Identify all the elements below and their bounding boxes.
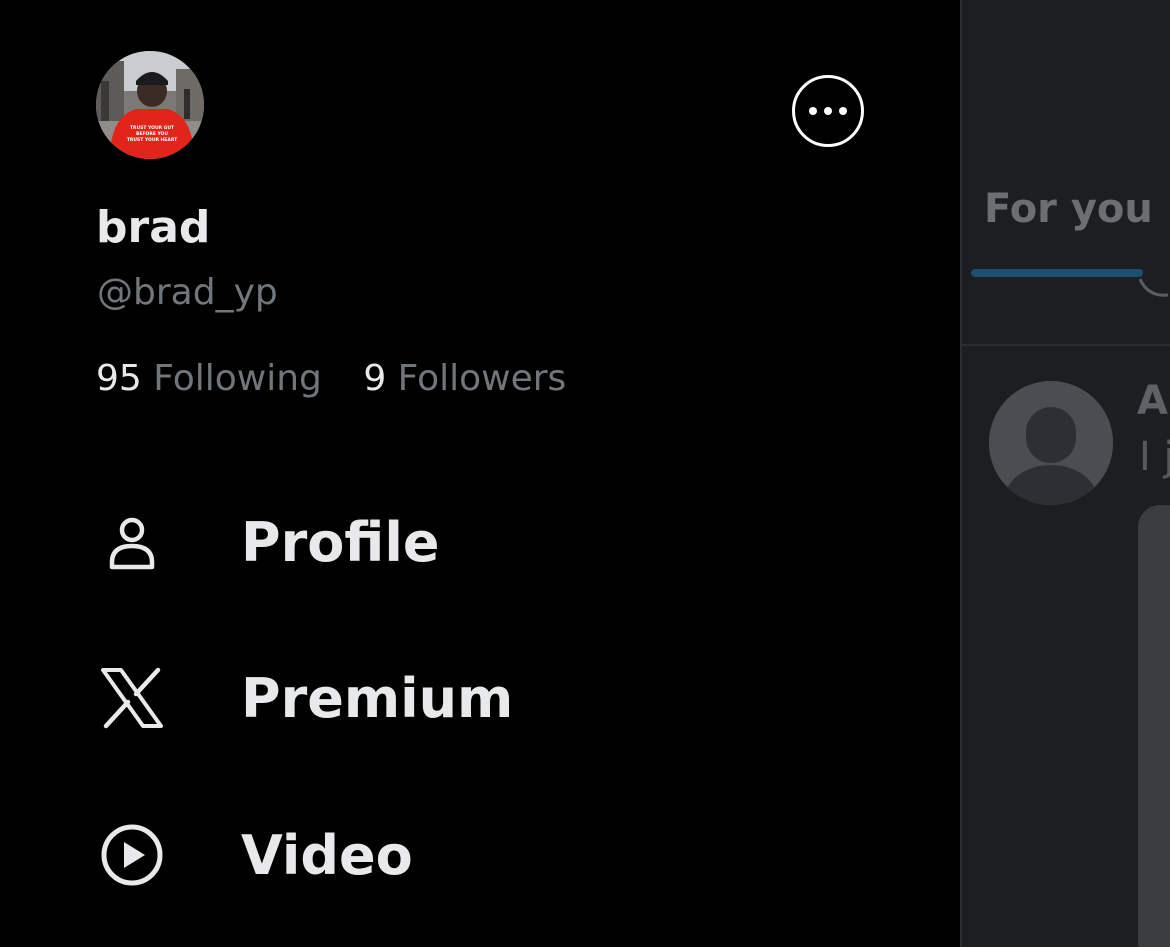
nav-label-premium: Premium — [241, 666, 514, 730]
follow-stats: 95 Following 9 Followers — [96, 354, 596, 404]
nav-item-profile[interactable]: Profile — [96, 502, 796, 582]
x-logo-icon — [96, 662, 168, 734]
default-avatar-icon — [989, 381, 1113, 505]
side-drawer: TRUST YOUR GUT BEFORE YOU TRUST YOUR HEA… — [0, 0, 960, 947]
profile-display-name[interactable]: brad — [96, 200, 210, 256]
profile-avatar[interactable]: TRUST YOUR GUT BEFORE YOU TRUST YOUR HEA… — [96, 51, 204, 159]
nav-item-video[interactable]: Video — [96, 815, 796, 895]
timeline-divider — [962, 344, 1170, 346]
svg-text:TRUST YOUR HEART: TRUST YOUR HEART — [127, 137, 178, 143]
more-options-button[interactable] — [792, 75, 864, 147]
nav-label-profile: Profile — [241, 510, 440, 574]
profile-handle: @brad_yp — [97, 272, 278, 313]
screen: For you Al I j — [0, 0, 1170, 947]
following-label: Following — [153, 358, 322, 399]
nav-label-video: Video — [241, 823, 413, 887]
more-options-icon-dot — [824, 107, 832, 115]
nav-item-premium[interactable]: Premium — [96, 658, 796, 738]
avatar-photo: TRUST YOUR GUT BEFORE YOU TRUST YOUR HEA… — [96, 51, 204, 159]
refresh-peek-icon — [1138, 278, 1169, 297]
tweet-media[interactable] — [1138, 505, 1170, 947]
more-options-icon — [809, 107, 817, 115]
home-timeline-overlay[interactable]: For you Al I j — [960, 0, 1170, 947]
followers-count: 9 — [363, 358, 387, 399]
play-circle-icon — [96, 819, 168, 891]
tweet-text: I j — [1139, 434, 1170, 480]
more-options-icon-dot — [839, 107, 847, 115]
tab-for-you[interactable]: For you — [984, 186, 1153, 232]
tweet-author-name[interactable]: Al — [1137, 378, 1170, 424]
svg-text:TRUST YOUR GUT: TRUST YOUR GUT — [130, 125, 175, 131]
tab-active-indicator — [971, 269, 1143, 277]
svg-text:BEFORE YOU: BEFORE YOU — [136, 131, 168, 137]
person-icon — [96, 506, 168, 578]
tweet-author-avatar[interactable] — [989, 381, 1113, 505]
followers-stat[interactable]: 9 Followers — [363, 358, 566, 399]
following-count: 95 — [96, 358, 142, 399]
followers-label: Followers — [397, 358, 567, 399]
following-stat[interactable]: 95 Following — [96, 358, 322, 399]
